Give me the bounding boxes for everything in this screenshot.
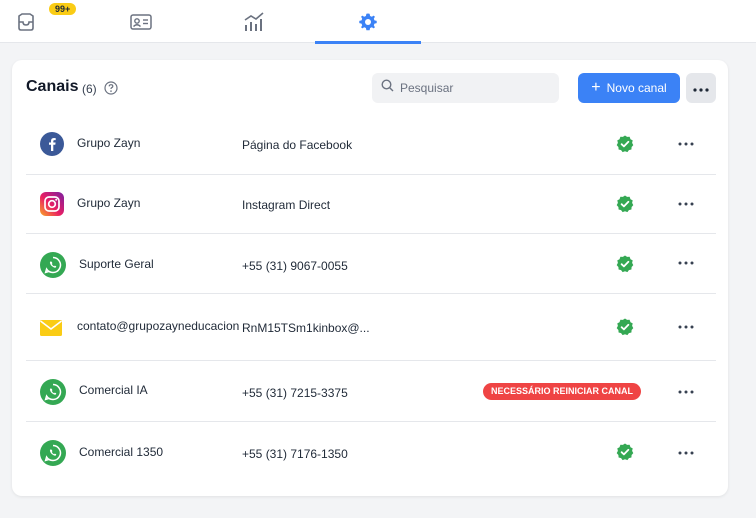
channel-detail: Página do Facebook — [242, 138, 353, 152]
channel-detail: +55 (31) 7176-1350 — [242, 447, 348, 461]
page-title: Canais — [26, 78, 79, 95]
top-nav: 99+ — [0, 0, 756, 44]
whatsapp-icon — [40, 379, 66, 405]
channels-card: Canais (6) + Novo canal Grupo Zayn Págin… — [12, 60, 728, 496]
more-horizontal-icon — [693, 79, 709, 97]
row-more-button[interactable] — [676, 446, 696, 460]
header-more-button[interactable] — [686, 73, 716, 103]
row-more-button[interactable] — [676, 197, 696, 211]
channel-row[interactable]: Comercial 1350 +55 (31) 7176-1350 — [26, 422, 716, 482]
tab-reports[interactable] — [201, 0, 307, 43]
card-header: Canais (6) + Novo canal — [12, 60, 728, 116]
facebook-icon — [40, 132, 64, 156]
tab-contacts[interactable] — [88, 0, 194, 43]
channel-row[interactable]: contato@grupozayneducacion... RnM15TSm1k… — [26, 294, 716, 361]
channel-detail: +55 (31) 7215-3375 — [242, 386, 348, 400]
tab-settings[interactable] — [315, 0, 421, 44]
inbox-icon — [16, 12, 36, 31]
search-box[interactable] — [372, 73, 559, 103]
verified-check-icon — [616, 195, 634, 213]
restart-required-badge: NECESSÁRIO REINICIAR CANAL — [483, 383, 642, 400]
whatsapp-icon — [40, 440, 66, 466]
channel-name: Grupo Zayn — [77, 136, 141, 150]
channel-name: Grupo Zayn — [77, 196, 141, 210]
search-icon — [381, 79, 394, 97]
new-channel-button[interactable]: + Novo canal — [578, 73, 680, 103]
row-more-button[interactable] — [676, 137, 696, 151]
instagram-icon — [40, 192, 64, 216]
channel-detail: +55 (31) 9067-0055 — [242, 259, 348, 273]
channel-row[interactable]: Comercial IA +55 (31) 7215-3375 NECESSÁR… — [26, 361, 716, 422]
channel-row[interactable]: Grupo Zayn Instagram Direct — [26, 175, 716, 234]
channel-count: (6) — [82, 82, 97, 96]
gear-icon — [358, 12, 378, 32]
verified-check-icon — [616, 443, 634, 461]
channel-name: Comercial IA — [79, 383, 148, 397]
channel-name: Suporte Geral — [79, 257, 154, 271]
notification-badge: 99+ — [49, 3, 77, 15]
channel-name: Comercial 1350 — [79, 445, 164, 459]
verified-check-icon — [616, 255, 634, 273]
channel-row[interactable]: Suporte Geral +55 (31) 9067-0055 — [26, 234, 716, 294]
channel-row[interactable]: Grupo Zayn Página do Facebook — [26, 116, 716, 175]
chart-icon — [243, 11, 265, 32]
contact-card-icon — [130, 13, 152, 30]
channel-name: contato@grupozayneducacion... — [77, 319, 239, 333]
mail-icon — [40, 320, 64, 344]
row-more-button[interactable] — [676, 256, 696, 270]
whatsapp-icon — [40, 252, 66, 278]
help-icon[interactable] — [104, 81, 118, 95]
search-input[interactable] — [400, 81, 550, 95]
channel-detail: Instagram Direct — [242, 198, 331, 212]
row-more-button[interactable] — [676, 320, 696, 334]
new-channel-label: Novo canal — [606, 81, 667, 95]
channel-detail: RnM15TSm1kinbox@... — [242, 321, 370, 335]
verified-check-icon — [616, 135, 634, 153]
verified-check-icon — [616, 318, 634, 336]
row-more-button[interactable] — [676, 385, 696, 399]
plus-icon: + — [591, 79, 601, 96]
